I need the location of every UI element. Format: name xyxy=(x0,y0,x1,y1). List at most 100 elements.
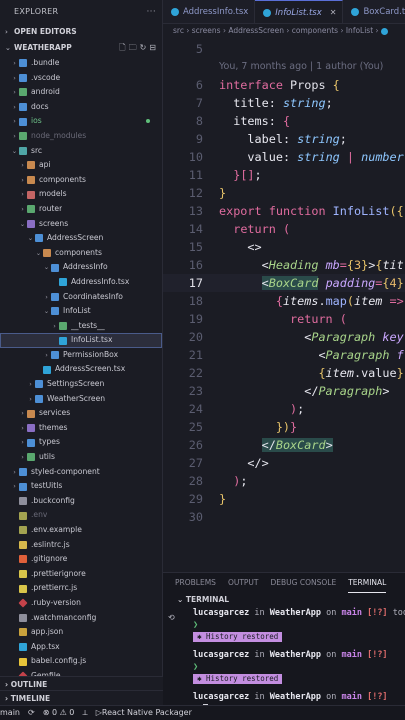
code-line[interactable]: 5 xyxy=(163,40,405,58)
code-line[interactable]: 26 </BoxCard> xyxy=(163,436,405,454)
code-line[interactable]: 22 {item.value} xyxy=(163,364,405,382)
collapse-all-icon[interactable]: ⊟ xyxy=(149,40,156,56)
tree-item[interactable]: › utils xyxy=(0,450,162,465)
open-editors-section[interactable]: › OPEN EDITORS xyxy=(0,24,162,40)
terminal-header[interactable]: ⌄ TERMINAL xyxy=(163,593,405,607)
chevron-right-icon: › xyxy=(21,204,24,213)
sync-icon[interactable]: ⟳ xyxy=(28,706,35,720)
tree-item[interactable]: › router xyxy=(0,202,162,217)
tree-item[interactable]: App.tsx xyxy=(0,640,162,655)
code-line[interactable]: 29} xyxy=(163,490,405,508)
folder-icon xyxy=(19,88,27,97)
panel-tab[interactable]: TERMINAL xyxy=(348,573,387,593)
code-line[interactable]: 9 label: string; xyxy=(163,130,405,148)
code-line[interactable]: 10 value: string | number xyxy=(163,148,405,166)
tree-item[interactable]: › components xyxy=(0,173,162,188)
terminal-output[interactable]: lucasgarcez in WeatherApp on main [!?] t… xyxy=(163,607,405,715)
tree-item[interactable]: .prettierignore xyxy=(0,567,162,582)
code-line[interactable]: 7 title: string; xyxy=(163,94,405,112)
tree-item[interactable]: .buckconfig xyxy=(0,494,162,509)
tree-item[interactable]: › models xyxy=(0,187,162,202)
code-line[interactable]: 14 return ( xyxy=(163,220,405,238)
tree-item[interactable]: .gitignore xyxy=(0,552,162,567)
code-line[interactable]: 30 xyxy=(163,508,405,526)
tree-item[interactable]: › ios xyxy=(0,114,162,129)
tree-item[interactable]: › styled-component xyxy=(0,465,162,480)
tree-item[interactable]: .env.example xyxy=(0,523,162,538)
bell-icon[interactable]: ⟂ xyxy=(82,706,87,720)
packager-status[interactable]: ▷ React Native Packager xyxy=(96,706,192,720)
tree-item[interactable]: .watchmanconfig xyxy=(0,611,162,626)
code-line[interactable]: 24 ); xyxy=(163,400,405,418)
tree-item[interactable]: › api xyxy=(0,158,162,173)
tree-item[interactable]: › node_modules xyxy=(0,129,162,144)
tree-item[interactable]: › __tests__ xyxy=(0,319,162,334)
code-line[interactable]: 20 <Paragraph key xyxy=(163,328,405,346)
branch-status[interactable]: main xyxy=(0,706,20,720)
tree-item[interactable]: ⌄ src xyxy=(0,144,162,159)
tree-item[interactable]: › .vscode xyxy=(0,71,162,86)
breadcrumb[interactable]: src › screens › AddressScreen › componen… xyxy=(163,24,405,38)
code-line[interactable]: 16 <Heading mb={3}>{tit xyxy=(163,256,405,274)
code-editor[interactable]: 5 You, 7 months ago | 1 author (You) 6 inte… xyxy=(163,40,405,570)
tree-item[interactable]: app.json xyxy=(0,625,162,640)
project-section[interactable]: ⌄ WEATHERAPP 🗋 🗀 ↻ ⊟ xyxy=(0,40,162,56)
tree-item[interactable]: › android xyxy=(0,85,162,100)
code-line[interactable]: 13 export function InfoList({ xyxy=(163,202,405,220)
timeline-section[interactable]: › TIMELINE xyxy=(0,690,163,705)
tree-item[interactable]: › docs xyxy=(0,100,162,115)
tree-item[interactable]: › CoordinatesInfo xyxy=(0,290,162,305)
tree-item[interactable]: › PermissionBox xyxy=(0,348,162,363)
code-line[interactable]: 6 interface Props { xyxy=(163,76,405,94)
tree-item[interactable]: ⌄ InfoList xyxy=(0,304,162,319)
code-line[interactable]: 23 </Paragraph> xyxy=(163,382,405,400)
history-icon[interactable]: ⟲ xyxy=(168,613,175,622)
tree-item[interactable]: ⌄ AddressScreen xyxy=(0,231,162,246)
tree-item[interactable]: › SettingsScreen xyxy=(0,377,162,392)
panel-tab[interactable]: OUTPUT xyxy=(228,573,259,593)
code-line[interactable]: 8 items: { xyxy=(163,112,405,130)
outline-section[interactable]: › OUTLINE xyxy=(0,676,163,691)
editor-tab[interactable]: BoxCard.tsx xyxy=(343,0,405,23)
tree-item[interactable]: ⌄ AddressInfo xyxy=(0,260,162,275)
panel-tab[interactable]: PROBLEMS xyxy=(175,573,216,593)
folder-icon xyxy=(19,467,27,476)
tree-item[interactable]: .ruby-version xyxy=(0,596,162,611)
refresh-icon[interactable]: ↻ xyxy=(140,40,147,56)
tree-item[interactable]: babel.config.js xyxy=(0,654,162,669)
code-line[interactable]: 28 ); xyxy=(163,472,405,490)
code-line[interactable]: 18 {items.map(item => xyxy=(163,292,405,310)
more-actions-icon[interactable]: ··· xyxy=(147,0,156,24)
tree-item[interactable]: ⌄ components xyxy=(0,246,162,261)
tree-item[interactable]: .eslintrc.js xyxy=(0,538,162,553)
tree-item[interactable]: ⌄ screens xyxy=(0,217,162,232)
git-blame-annotation[interactable]: You, 7 months ago | 1 author (You) xyxy=(163,58,405,76)
code-line[interactable]: 11 }[]; xyxy=(163,166,405,184)
new-file-icon[interactable]: 🗋 xyxy=(119,40,125,56)
tree-item[interactable]: › WeatherScreen xyxy=(0,392,162,407)
editor-tab[interactable]: InfoList.tsx ✕ xyxy=(255,0,344,24)
tree-item[interactable]: .prettierrc.js xyxy=(0,581,162,596)
problems-status[interactable]: ⊗ 0 ⚠ 0 xyxy=(43,706,75,720)
tree-item[interactable]: › .bundle xyxy=(0,56,162,71)
panel-tab[interactable]: DEBUG CONSOLE xyxy=(271,573,337,593)
tree-item[interactable]: InfoList.tsx xyxy=(0,333,162,348)
tree-item[interactable]: AddressInfo.tsx xyxy=(0,275,162,290)
code-line[interactable]: 17 <BoxCard padding={4} xyxy=(163,274,405,292)
code-line[interactable]: 27 </> xyxy=(163,454,405,472)
code-line[interactable]: 15 <> xyxy=(163,238,405,256)
code-line[interactable]: 19 return ( xyxy=(163,310,405,328)
code-line[interactable]: 21 <Paragraph f xyxy=(163,346,405,364)
new-folder-icon[interactable]: 🗀 xyxy=(129,40,137,56)
code-line[interactable]: 25 })} xyxy=(163,418,405,436)
code-line[interactable]: 12} xyxy=(163,184,405,202)
close-icon[interactable]: ✕ xyxy=(330,1,337,24)
tree-item[interactable]: › types xyxy=(0,435,162,450)
tree-item[interactable]: AddressScreen.tsx xyxy=(0,362,162,377)
tree-item[interactable]: › services xyxy=(0,406,162,421)
tree-item[interactable]: .env xyxy=(0,508,162,523)
tree-item[interactable]: › testUitls xyxy=(0,479,162,494)
editor-tab[interactable]: AddressInfo.tsx xyxy=(163,0,256,23)
tree-item-label: types xyxy=(39,437,60,447)
tree-item[interactable]: › themes xyxy=(0,421,162,436)
